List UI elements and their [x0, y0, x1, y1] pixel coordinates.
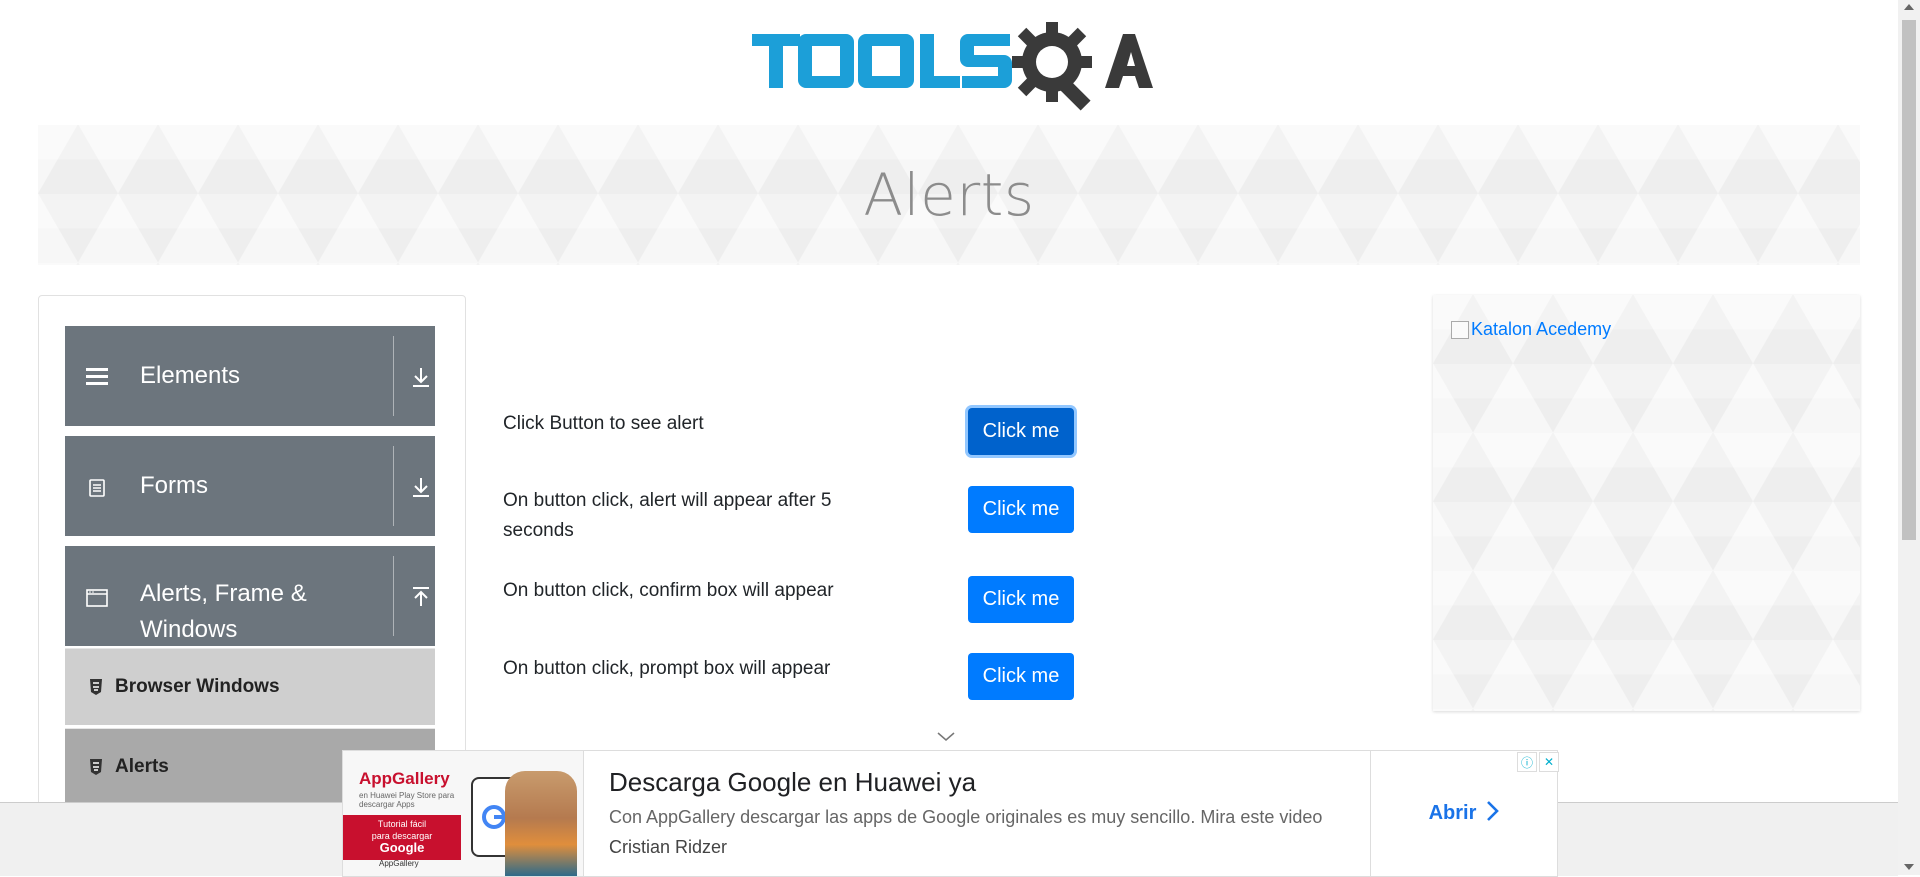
expand-down-icon[interactable]	[410, 476, 432, 498]
thumb-footer: AppGallery	[379, 859, 419, 868]
sidebar-item-label: Alerts	[115, 756, 169, 777]
group-divider	[393, 556, 394, 636]
chevron-right-icon	[1486, 798, 1500, 829]
timer-alert-button[interactable]: Click me	[968, 486, 1074, 533]
ad-image-link[interactable]: Katalon Acedemy	[1451, 319, 1611, 340]
confirm-button[interactable]: Click me	[968, 576, 1074, 623]
group-divider	[393, 446, 394, 526]
html5-icon	[85, 756, 107, 778]
sidebar-group-label: Alerts, Frame & Windows	[140, 580, 307, 643]
row-label-confirm: On button click, confirm box will appear	[503, 580, 834, 601]
collapse-up-icon[interactable]	[410, 586, 432, 608]
ad-advertiser: Cristian Ridzer	[609, 837, 728, 857]
sidebar-item-label: Browser Windows	[115, 676, 280, 697]
row-label-timer-alert: On button click, alert will appear after…	[503, 490, 832, 541]
group-divider	[393, 336, 394, 416]
thumb-red-banner: Tutorial fácil para descargar Google	[343, 815, 461, 860]
ad-open-label: Abrir	[1428, 802, 1477, 824]
ad-open-button[interactable]: Abrir	[1429, 798, 1501, 829]
sidebar-group-alerts-frame-windows[interactable]: Alerts, Frame & Windows	[65, 546, 435, 646]
chevron-down-icon	[936, 730, 956, 746]
ad-title[interactable]: Descarga Google en Huawei ya	[609, 767, 976, 798]
sidebar-group-label: Forms	[140, 472, 208, 499]
close-icon[interactable]: ✕	[1539, 752, 1559, 772]
row-label-prompt: On button click, prompt box will appear	[503, 658, 831, 679]
bottom-ad[interactable]: AppGallery en Huawei Play Store para des…	[342, 750, 1558, 877]
scroll-up-arrow-icon[interactable]	[1904, 4, 1914, 10]
sidebar-group-forms[interactable]: Forms	[65, 436, 435, 536]
html5-icon	[85, 676, 107, 698]
sidebar-group-elements[interactable]: Elements	[65, 326, 435, 426]
ad-description: Con AppGallery descargar las apps de Goo…	[609, 807, 1323, 827]
adchoices-icon[interactable]: ⓘ	[1517, 752, 1537, 772]
sidebar-item-browser-windows[interactable]: Browser Windows	[65, 648, 435, 725]
hamburger-icon	[85, 364, 109, 388]
scrollbar[interactable]	[1898, 0, 1920, 875]
alert-button[interactable]: Click me	[968, 408, 1074, 455]
broken-image-icon	[1451, 320, 1469, 339]
thumb-banner-word: Google	[379, 840, 425, 855]
page-title: Alerts	[863, 161, 1035, 229]
expand-down-icon[interactable]	[410, 366, 432, 388]
sidebar-group-label: Elements	[140, 362, 241, 389]
page-banner: Alerts	[38, 125, 1860, 265]
scroll-down-arrow-icon[interactable]	[1904, 864, 1914, 870]
prompt-button[interactable]: Click me	[968, 653, 1074, 700]
right-ad-panel: Katalon Acedemy	[1433, 295, 1860, 711]
document-icon	[85, 476, 109, 500]
thumb-brand-sub: en Huawei Play Store para descargar Apps	[359, 791, 455, 809]
thumb-brand: AppGallery	[359, 769, 450, 788]
toolsqa-logo[interactable]	[750, 18, 1155, 114]
thumb-banner-line1: Tutorial fácil	[377, 819, 427, 829]
row-label-alert: Click Button to see alert	[503, 413, 704, 434]
ad-image-alt: Katalon Acedemy	[1471, 319, 1612, 339]
window-icon	[85, 586, 109, 610]
person-photo	[505, 771, 577, 876]
scrollbar-thumb[interactable]	[1902, 20, 1916, 540]
ad-thumbnail[interactable]: AppGallery en Huawei Play Store para des…	[343, 751, 584, 876]
ad-controls: ⓘ ✕	[1517, 752, 1559, 772]
